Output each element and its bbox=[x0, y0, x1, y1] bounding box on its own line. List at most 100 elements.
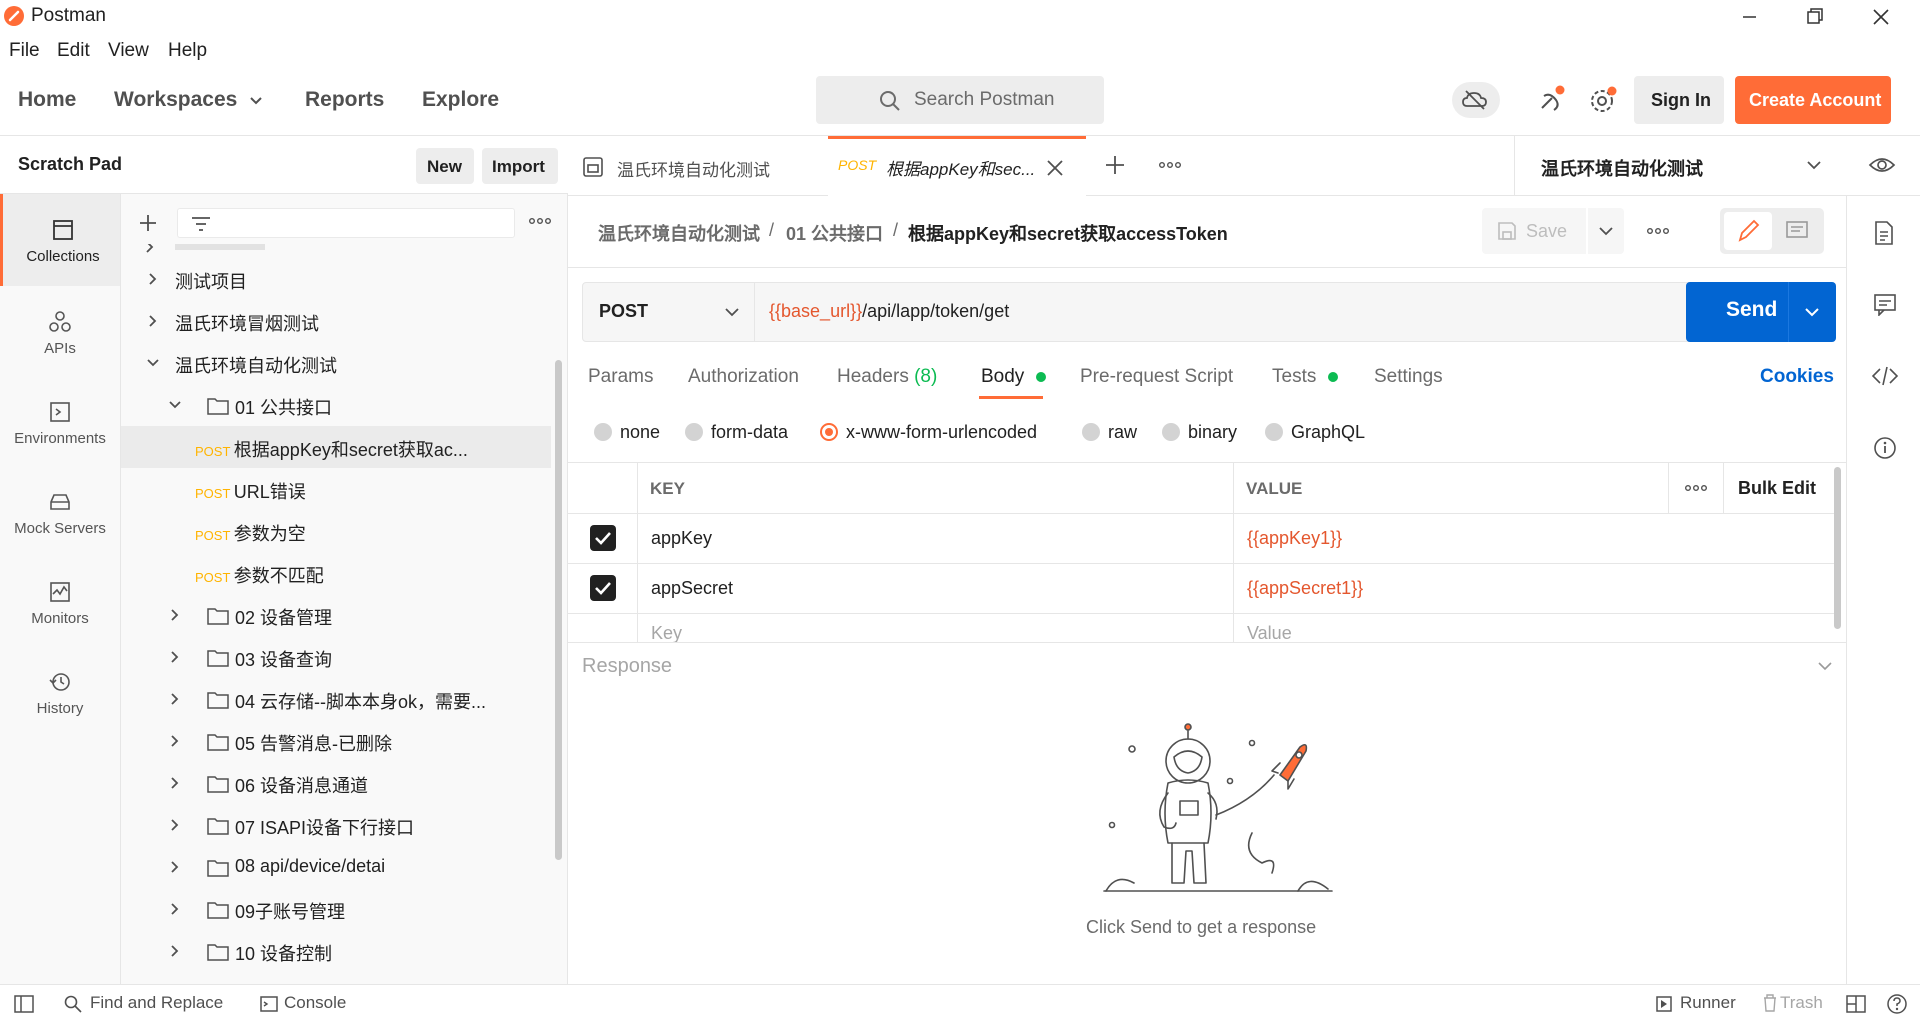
tab-options-icon[interactable] bbox=[1158, 158, 1182, 172]
chevron-right-icon[interactable] bbox=[167, 943, 183, 959]
restore-button[interactable] bbox=[1800, 4, 1826, 30]
row-checkbox[interactable] bbox=[590, 575, 616, 601]
two-pane-view-icon[interactable] bbox=[1846, 995, 1866, 1013]
param-key[interactable]: appKey bbox=[651, 528, 712, 549]
more-options-icon[interactable] bbox=[527, 214, 553, 228]
rail-apis[interactable]: APIs bbox=[0, 286, 120, 374]
import-button[interactable]: Import bbox=[482, 148, 558, 184]
comments-icon[interactable] bbox=[1873, 292, 1897, 316]
tab-body[interactable]: Body bbox=[981, 366, 1046, 388]
tree-collection-item[interactable]: 温氏环境冒烟测试 bbox=[121, 300, 551, 342]
chevron-right-icon[interactable] bbox=[167, 859, 183, 875]
filter-input[interactable] bbox=[177, 208, 515, 238]
chevron-down-icon[interactable] bbox=[1816, 659, 1834, 673]
chevron-right-icon[interactable] bbox=[145, 271, 161, 287]
search-bar[interactable]: Search Postman bbox=[816, 76, 1104, 124]
tree-request-item[interactable]: POST 参数不匹配 bbox=[121, 552, 551, 594]
nav-home[interactable]: Home bbox=[18, 88, 76, 112]
rail-collections[interactable]: Collections bbox=[0, 194, 120, 286]
breadcrumb-request[interactable]: 根据appKey和secret获取accessToken bbox=[908, 220, 1228, 246]
info-icon[interactable] bbox=[1873, 436, 1897, 460]
nav-workspaces[interactable]: Workspaces bbox=[114, 88, 237, 112]
console-button[interactable]: Console bbox=[284, 993, 346, 1013]
rail-environments[interactable]: Environments bbox=[0, 376, 120, 464]
minimize-button[interactable] bbox=[1736, 4, 1762, 30]
bulk-edit-button[interactable]: Bulk Edit bbox=[1738, 478, 1816, 499]
send-dropdown-button[interactable] bbox=[1789, 282, 1836, 342]
tab-tests[interactable]: Tests bbox=[1272, 366, 1338, 388]
tree-request-item[interactable]: POST 参数为空 bbox=[121, 510, 551, 552]
chevron-down-icon[interactable] bbox=[145, 355, 161, 371]
code-snippet-icon[interactable] bbox=[1871, 364, 1899, 388]
documentation-icon[interactable] bbox=[1873, 220, 1895, 246]
tree-collection-item[interactable]: 测试项目 bbox=[121, 258, 551, 300]
tab-pre-request-script[interactable]: Pre-request Script bbox=[1080, 366, 1233, 388]
new-key-input[interactable]: Key bbox=[651, 623, 682, 644]
tree-folder-item[interactable]: 09子账号管理 bbox=[121, 888, 551, 930]
rail-history[interactable]: History bbox=[0, 646, 120, 734]
tree-folder-item[interactable]: 08 api/device/detai bbox=[121, 846, 551, 888]
table-scrollbar[interactable] bbox=[1834, 467, 1841, 629]
table-options-icon[interactable] bbox=[1684, 481, 1708, 495]
method-select[interactable]: POST bbox=[583, 283, 755, 341]
chevron-right-icon[interactable] bbox=[167, 733, 183, 749]
tree-folder-item[interactable]: 02 设备管理 bbox=[121, 594, 551, 636]
help-icon[interactable] bbox=[1886, 993, 1908, 1015]
nav-explore[interactable]: Explore bbox=[422, 88, 499, 112]
tree-collection-item[interactable]: 温氏环境自动化测试 bbox=[121, 342, 551, 384]
toggle-sidebar-icon[interactable] bbox=[14, 995, 34, 1013]
tab-settings[interactable]: Settings bbox=[1374, 366, 1443, 388]
param-key[interactable]: appSecret bbox=[651, 578, 733, 599]
environment-selector[interactable]: 温氏环境自动化测试 bbox=[1515, 136, 1835, 196]
tree-folder-item[interactable]: 01 公共接口 bbox=[121, 384, 551, 426]
row-checkbox[interactable] bbox=[590, 525, 616, 551]
new-tab-icon[interactable] bbox=[1104, 154, 1126, 176]
environment-quick-look-eye-icon[interactable] bbox=[1868, 154, 1896, 176]
chevron-right-icon[interactable] bbox=[145, 313, 161, 329]
tab-collection[interactable]: 温氏环境自动化测试 bbox=[568, 136, 828, 196]
tree-folder-item[interactable]: 05 告警消息-已删除 bbox=[121, 720, 551, 762]
sync-status-button[interactable] bbox=[1452, 82, 1500, 118]
save-button[interactable]: Save bbox=[1482, 208, 1586, 254]
chevron-right-icon[interactable] bbox=[167, 901, 183, 917]
tab-request-active[interactable]: POST 根据appKey和sec... bbox=[828, 136, 1086, 196]
trash-button[interactable]: Trash bbox=[1780, 993, 1823, 1013]
edit-mode-button[interactable] bbox=[1724, 212, 1772, 250]
find-and-replace-button[interactable]: Find and Replace bbox=[90, 993, 223, 1013]
url-input[interactable]: {{base_url}}/api/lapp/token/get bbox=[769, 301, 1009, 322]
create-account-button[interactable]: Create Account bbox=[1735, 76, 1891, 124]
close-tab-icon[interactable] bbox=[1044, 157, 1066, 179]
tree-folder-item[interactable]: 03 设备查询 bbox=[121, 636, 551, 678]
tree-folder-item[interactable]: 07 ISAPI设备下行接口 bbox=[121, 804, 551, 846]
menu-file[interactable]: File bbox=[9, 40, 40, 62]
breadcrumb-folder[interactable]: 01 公共接口 bbox=[786, 220, 883, 246]
menu-view[interactable]: View bbox=[108, 40, 149, 62]
param-value[interactable]: {{appKey1}} bbox=[1247, 528, 1342, 549]
chevron-right-icon[interactable] bbox=[167, 817, 183, 833]
breadcrumb-collection[interactable]: 温氏环境自动化测试 bbox=[598, 220, 760, 246]
chevron-right-icon[interactable] bbox=[167, 649, 183, 665]
tree-folder-item[interactable]: 04 云存储--脚本本身ok，需要... bbox=[121, 678, 551, 720]
rail-monitors[interactable]: Monitors bbox=[0, 556, 120, 644]
tree-request-item[interactable]: POST URL错误 bbox=[121, 468, 551, 510]
param-value[interactable]: {{appSecret1}} bbox=[1247, 578, 1363, 599]
request-options-icon[interactable] bbox=[1646, 224, 1670, 238]
chevron-right-icon[interactable] bbox=[167, 607, 183, 623]
new-value-input[interactable]: Value bbox=[1247, 623, 1292, 644]
menu-help[interactable]: Help bbox=[168, 40, 207, 62]
tab-params[interactable]: Params bbox=[588, 366, 653, 388]
runner-button[interactable]: Runner bbox=[1680, 993, 1736, 1013]
add-collection-icon[interactable] bbox=[137, 212, 159, 234]
satellite-icon[interactable] bbox=[1534, 82, 1568, 118]
close-window-button[interactable] bbox=[1868, 4, 1894, 30]
tab-authorization[interactable]: Authorization bbox=[688, 366, 799, 388]
sign-in-button[interactable]: Sign In bbox=[1634, 76, 1724, 124]
cookies-link[interactable]: Cookies bbox=[1760, 366, 1834, 388]
chevron-right-icon[interactable] bbox=[167, 775, 183, 791]
send-button[interactable]: Send bbox=[1686, 282, 1836, 342]
new-button[interactable]: New bbox=[416, 148, 474, 184]
tree-scrollbar[interactable] bbox=[555, 360, 562, 860]
rail-mock-servers[interactable]: Mock Servers bbox=[0, 466, 120, 554]
save-dropdown-button[interactable] bbox=[1588, 208, 1624, 254]
tree-request-item[interactable]: POST 根据appKey和secret获取ac... bbox=[121, 426, 551, 468]
